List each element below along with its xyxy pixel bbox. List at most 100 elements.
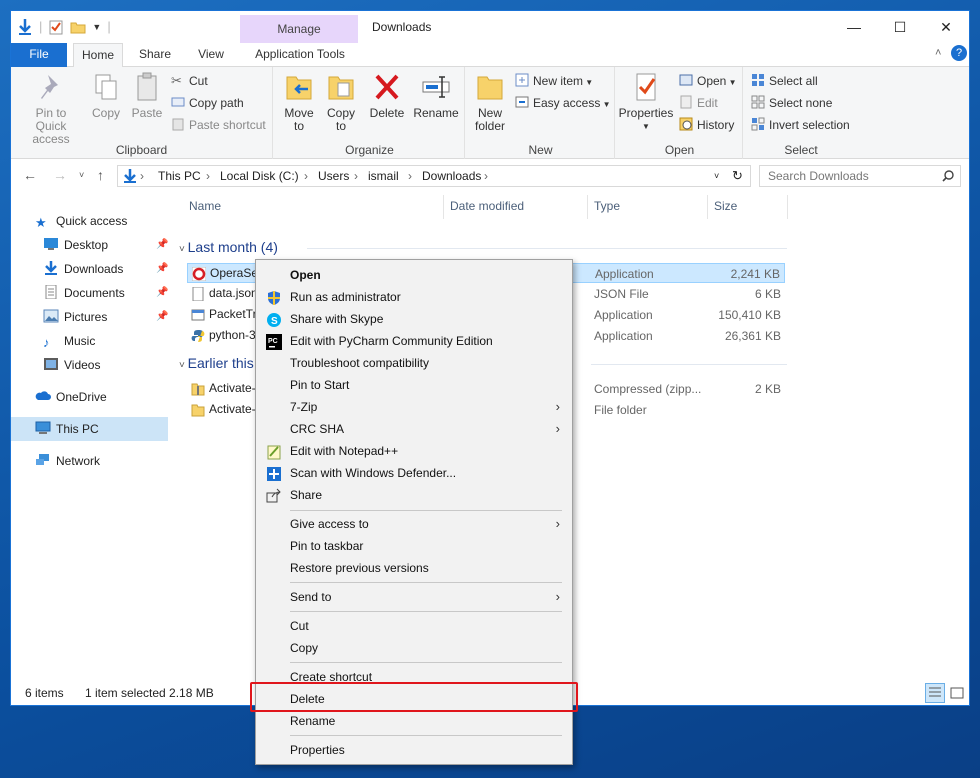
menu-item-edit-with-pycharm[interactable]: PC Edit with PyCharm Community Edition bbox=[258, 330, 570, 352]
menu-item-edit-with-notepadpp[interactable]: Edit with Notepad++ bbox=[258, 440, 570, 462]
up-arrow-icon[interactable]: ↑ bbox=[97, 167, 104, 183]
new-folder-qat-icon[interactable] bbox=[70, 19, 86, 35]
column-separator[interactable] bbox=[587, 195, 588, 219]
new-folder-button[interactable]: New folder bbox=[471, 71, 509, 133]
address-dropdown-icon[interactable]: ˅ bbox=[714, 171, 719, 181]
file-size: 2 KB bbox=[754, 382, 781, 396]
edit-ribbon-button[interactable]: Edit bbox=[679, 93, 718, 113]
menu-item-copy[interactable]: Copy bbox=[258, 637, 570, 659]
column-separator[interactable] bbox=[707, 195, 708, 219]
sidebar-item-quick-access[interactable]: ★ Quick access bbox=[35, 209, 127, 233]
forward-arrow-icon[interactable]: → bbox=[53, 167, 67, 183]
computer-icon bbox=[35, 421, 51, 434]
sidebar-item-pictures[interactable]: Pictures bbox=[43, 305, 107, 329]
group-header-earlier[interactable]: ˅ Earlier this bbox=[179, 355, 254, 371]
details-view-button[interactable] bbox=[925, 683, 945, 703]
sidebar-item-documents[interactable]: Documents bbox=[43, 281, 125, 305]
properties-check-icon[interactable] bbox=[48, 19, 64, 35]
sidebar-item-downloads[interactable]: Downloads bbox=[43, 257, 123, 281]
python-icon bbox=[191, 330, 205, 342]
rename-ribbon-button[interactable]: Rename bbox=[413, 71, 459, 120]
tab-manage[interactable]: Manage bbox=[240, 15, 358, 43]
breadcrumb-ismail[interactable]: ismail bbox=[368, 169, 399, 183]
copy-button[interactable]: Copy bbox=[89, 71, 123, 120]
menu-item-scan-with-defender[interactable]: Scan with Windows Defender... bbox=[258, 462, 570, 484]
invert-selection-button[interactable]: Invert selection bbox=[751, 115, 850, 135]
sidebar-item-videos[interactable]: Videos bbox=[43, 353, 100, 377]
column-date-modified[interactable]: Date modified bbox=[450, 199, 524, 213]
recent-locations-icon[interactable]: ˅ bbox=[79, 170, 84, 180]
select-all-button[interactable]: Select all bbox=[751, 71, 818, 91]
clipboard-group-label: Clipboard bbox=[115, 143, 168, 157]
breadcrumb-downloads[interactable]: Downloads bbox=[422, 169, 481, 183]
menu-item-send-to[interactable]: Send to › bbox=[258, 586, 570, 608]
menu-item-cut[interactable]: Cut bbox=[258, 615, 570, 637]
menu-item-properties[interactable]: Properties bbox=[258, 739, 570, 761]
copy-path-button[interactable]: Copy path bbox=[171, 93, 244, 113]
sidebar-item-this-pc[interactable]: This PC bbox=[11, 417, 168, 441]
easy-access-button[interactable]: Easy access ▼ bbox=[515, 93, 611, 113]
tab-application-tools[interactable]: Application Tools bbox=[241, 43, 359, 67]
sidebar-item-onedrive[interactable]: OneDrive bbox=[35, 385, 107, 409]
sidebar-label: Music bbox=[64, 334, 96, 348]
paste-shortcut-button[interactable]: Paste shortcut bbox=[171, 115, 266, 135]
column-separator[interactable] bbox=[443, 195, 444, 219]
column-type[interactable]: Type bbox=[594, 199, 620, 213]
menu-item-7-zip[interactable]: 7-Zip › bbox=[258, 396, 570, 418]
delete-ribbon-button[interactable]: Delete bbox=[365, 71, 409, 120]
menu-item-give-access-to[interactable]: Give access to › bbox=[258, 513, 570, 535]
tab-home[interactable]: Home bbox=[73, 43, 123, 68]
new-group-label: New bbox=[528, 143, 553, 157]
maximize-button[interactable]: ☐ bbox=[877, 11, 923, 43]
paste-button[interactable]: Paste bbox=[129, 71, 165, 120]
new-item-button[interactable]: New item ▼ bbox=[515, 71, 593, 91]
menu-item-pin-to-taskbar[interactable]: Pin to taskbar bbox=[258, 535, 570, 557]
download-arrow-icon[interactable] bbox=[17, 18, 33, 36]
menu-item-pin-to-start[interactable]: Pin to Start bbox=[258, 374, 570, 396]
breadcrumb-users[interactable]: Users bbox=[318, 169, 349, 183]
column-separator[interactable] bbox=[787, 195, 788, 219]
tab-file[interactable]: File bbox=[11, 43, 67, 67]
select-none-button[interactable]: Select none bbox=[751, 93, 832, 113]
minimize-button[interactable]: — bbox=[831, 11, 877, 43]
sidebar-item-desktop[interactable]: Desktop bbox=[43, 233, 108, 257]
search-input[interactable]: Search Downloads bbox=[759, 165, 961, 187]
properties-ribbon-button[interactable]: Properties ▼ bbox=[617, 71, 675, 133]
menu-item-restore-previous-versions[interactable]: Restore previous versions bbox=[258, 557, 570, 579]
history-ribbon-button[interactable]: History bbox=[679, 115, 734, 135]
collapse-ribbon-icon[interactable]: ˄ bbox=[935, 47, 941, 59]
pin-quick-access-button[interactable]: Pin to Quick access bbox=[17, 71, 85, 146]
menu-label: Rename bbox=[290, 714, 336, 728]
menu-item-open[interactable]: Open bbox=[258, 264, 570, 286]
pin-icon: 📌 bbox=[156, 311, 169, 322]
group-header-last-month[interactable]: ˅ Last month (4) bbox=[179, 239, 278, 255]
breadcrumb-this-pc[interactable]: This PC bbox=[158, 169, 201, 183]
tab-share[interactable]: Share bbox=[129, 43, 181, 67]
cut-button[interactable]: ✂ Cut bbox=[171, 71, 208, 91]
close-button[interactable]: ✕ bbox=[923, 11, 969, 43]
sidebar-item-network[interactable]: Network bbox=[35, 449, 100, 473]
menu-item-rename[interactable]: Rename bbox=[258, 710, 570, 732]
menu-item-run-as-administrator[interactable]: Run as administrator bbox=[258, 286, 570, 308]
large-icons-view-button[interactable] bbox=[947, 683, 967, 703]
menu-item-share-with-skype[interactable]: S Share with Skype bbox=[258, 308, 570, 330]
copy-to-button[interactable]: Copy to bbox=[323, 71, 359, 133]
breadcrumb-local-disk[interactable]: Local Disk (C:) bbox=[220, 169, 299, 183]
menu-item-troubleshoot-compatibility[interactable]: Troubleshoot compatibility bbox=[258, 352, 570, 374]
column-name[interactable]: Name bbox=[189, 199, 221, 213]
file-size: 2,241 KB bbox=[730, 267, 780, 281]
tab-view[interactable]: View bbox=[187, 43, 235, 67]
sidebar-item-music[interactable]: ♪ Music bbox=[43, 329, 95, 353]
back-arrow-icon[interactable]: ← bbox=[23, 167, 37, 183]
sidebar-label: This PC bbox=[56, 422, 99, 436]
open-ribbon-button[interactable]: Open ▼ bbox=[679, 71, 737, 91]
column-size[interactable]: Size bbox=[714, 199, 737, 213]
new-group: New folder New item ▼ Easy access ▼ New bbox=[467, 67, 615, 159]
help-icon[interactable]: ? bbox=[951, 45, 967, 61]
menu-item-crc-sha[interactable]: CRC SHA › bbox=[258, 418, 570, 440]
move-to-button[interactable]: Move to bbox=[281, 71, 317, 133]
menu-item-share[interactable]: Share bbox=[258, 484, 570, 506]
refresh-icon[interactable]: ↻ bbox=[732, 168, 743, 184]
qat-dropdown-icon[interactable]: ▼ bbox=[92, 17, 101, 37]
address-bar[interactable]: › This PC › Local Disk (C:) › Users › is… bbox=[117, 165, 751, 187]
